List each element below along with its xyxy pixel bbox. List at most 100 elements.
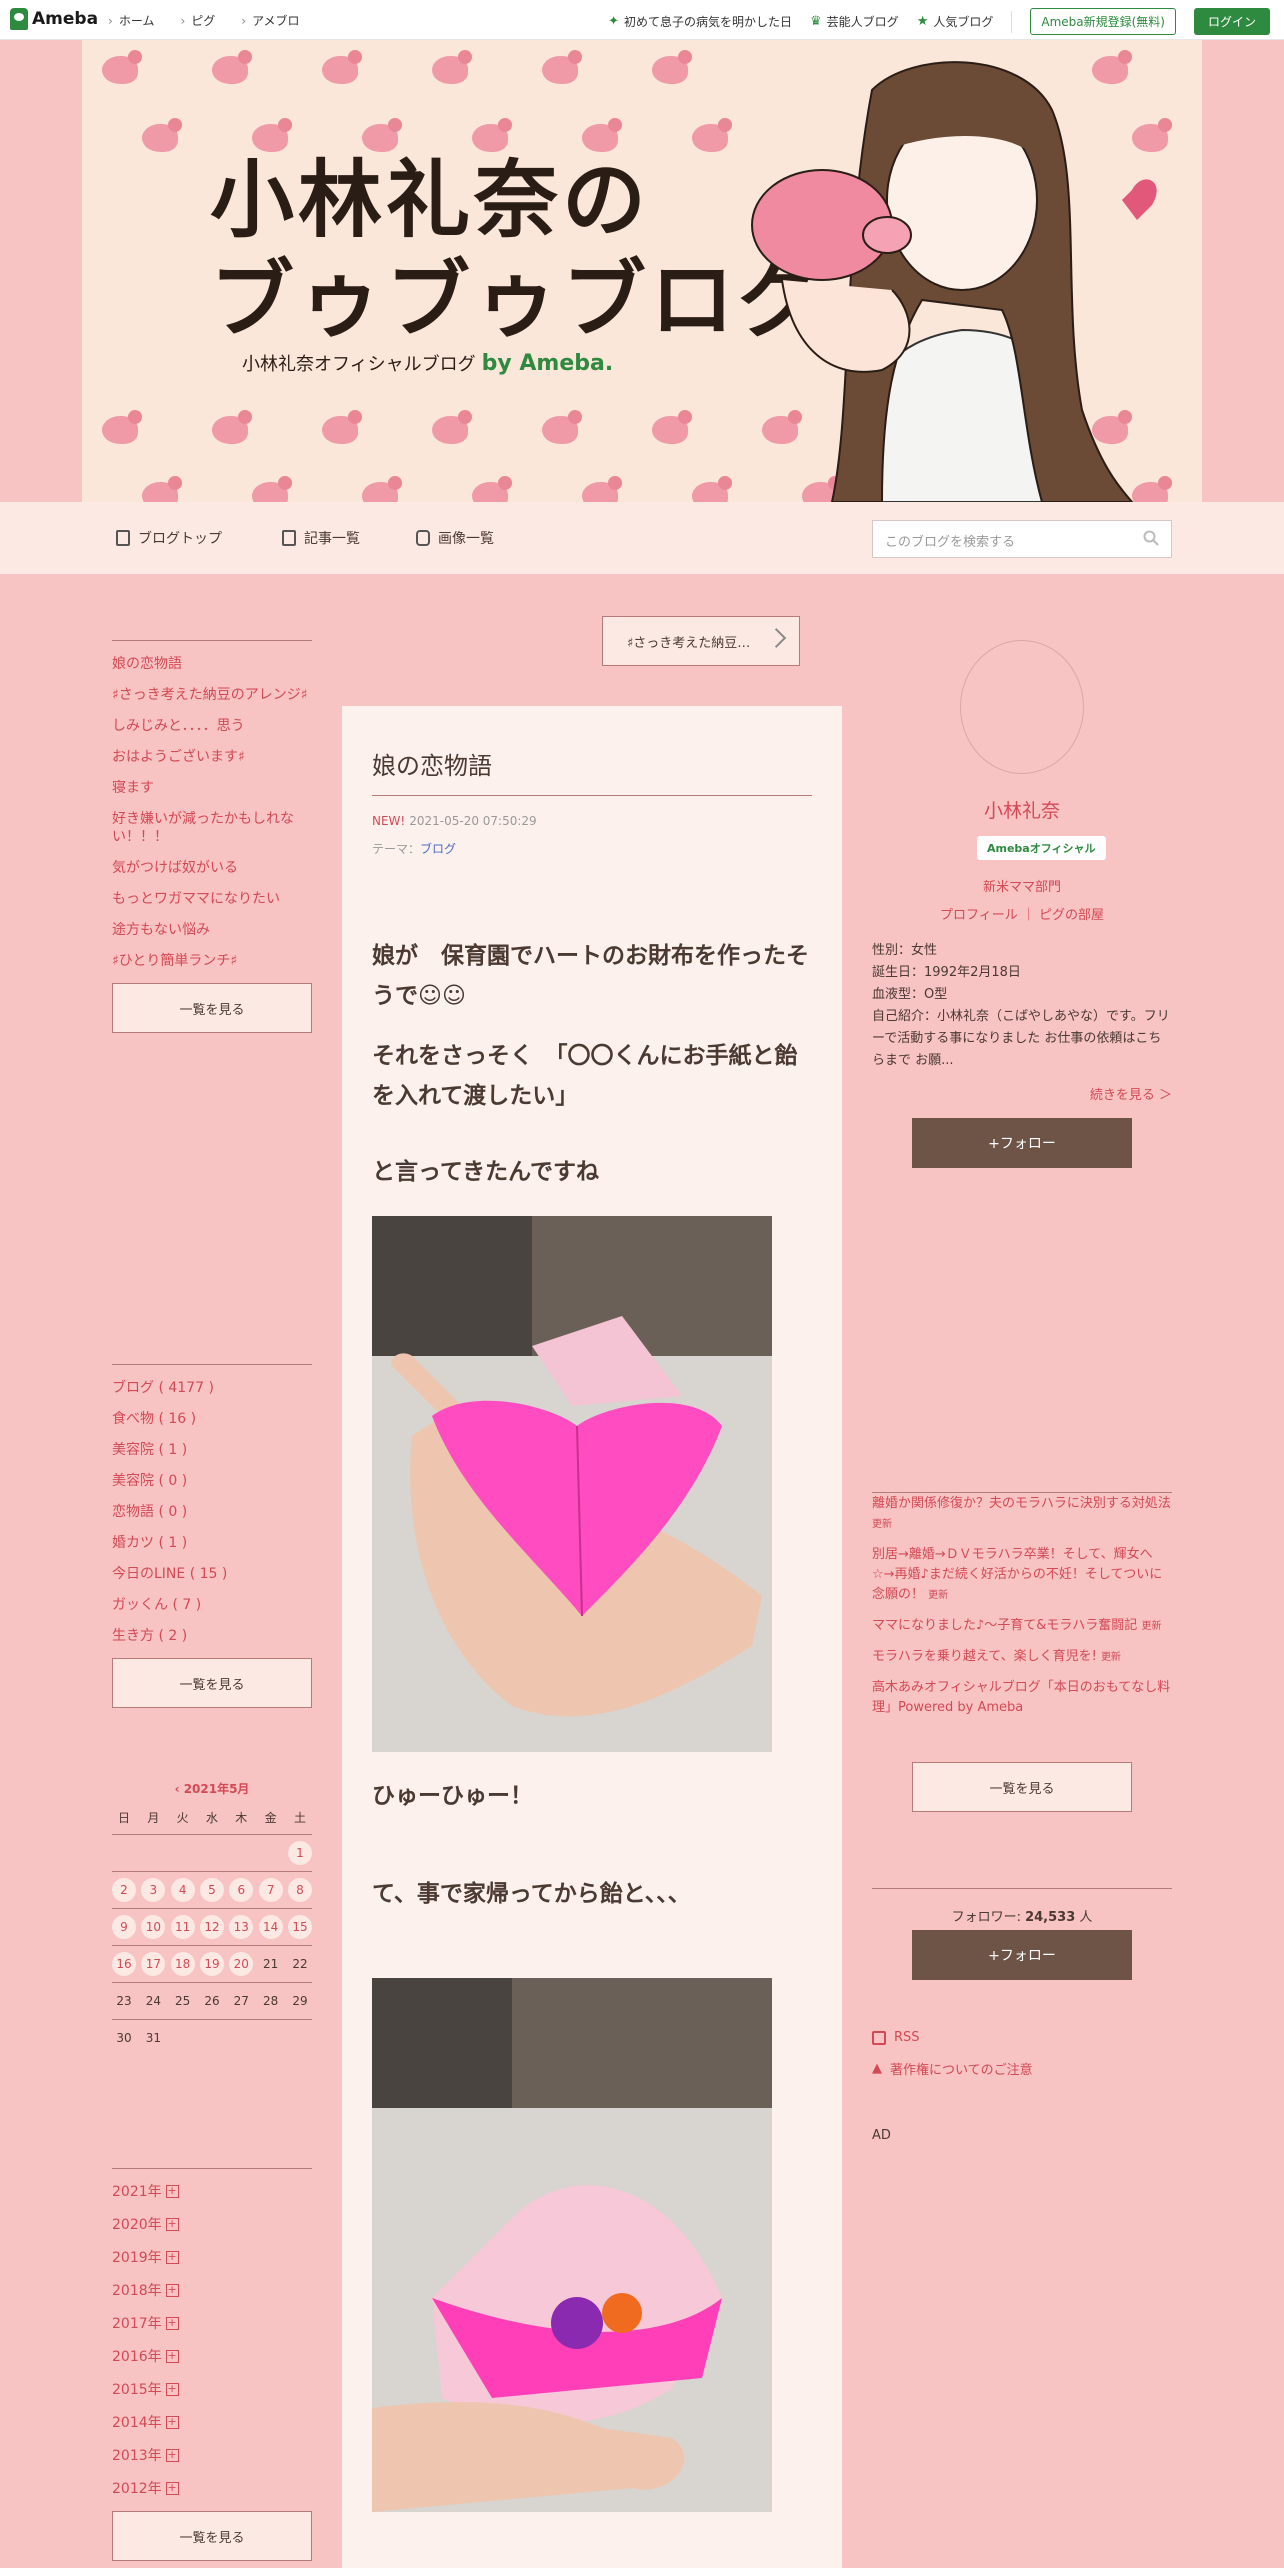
nav-article-list[interactable]: 記事一覧: [282, 528, 360, 548]
rss-link[interactable]: RSS: [872, 2030, 1033, 2045]
recent-entry[interactable]: 気がつけば奴がいる: [112, 859, 312, 877]
recent-entry[interactable]: もっとワガママになりたい: [112, 890, 312, 908]
nav-blog-top[interactable]: ブログトップ: [116, 528, 222, 548]
recent-entry[interactable]: ♯さっき考えた納豆のアレンジ♯: [112, 686, 312, 704]
calendar-day[interactable]: 6: [229, 1878, 254, 1902]
calendar-day[interactable]: 2: [112, 1878, 136, 1902]
register-button[interactable]: Ameba新規登録(無料): [1030, 8, 1176, 35]
article-photo-candy[interactable]: [372, 1978, 772, 2512]
theme-link[interactable]: ブログ: [420, 842, 456, 856]
blog-search-input[interactable]: このブログを検索する: [872, 520, 1172, 558]
recent-entry[interactable]: おはようございます♯: [112, 748, 312, 766]
top-nav-ameblo[interactable]: アメブロ: [241, 12, 299, 29]
top-link-news[interactable]: ✦ 初めて息子の病気を明かした日: [608, 13, 792, 30]
theme-item[interactable]: ブログ ( 4177 ): [112, 1379, 312, 1397]
calendar-day[interactable]: 20: [229, 1952, 254, 1976]
theme-item[interactable]: 婚カツ ( 1 ): [112, 1534, 312, 1552]
theme-item[interactable]: 生き方 ( 2 ): [112, 1627, 312, 1645]
article-title[interactable]: 娘の恋物語: [372, 746, 812, 796]
calendar-day[interactable]: 13: [229, 1915, 254, 1939]
blog-header[interactable]: 小林礼奈の ブゥブゥブログ 小林礼奈オフィシャルブログ by Ameba.: [82, 40, 1202, 502]
article-photo-heart-wallet[interactable]: [372, 1216, 772, 1752]
calendar-day[interactable]: 18: [170, 1952, 195, 1976]
expand-icon[interactable]: +: [165, 2481, 179, 2495]
expand-icon[interactable]: +: [165, 2415, 179, 2429]
expand-icon[interactable]: +: [165, 2349, 179, 2363]
calendar-day[interactable]: 9: [112, 1915, 136, 1939]
theme-item[interactable]: 恋物語 ( 0 ): [112, 1503, 312, 1521]
genre-link[interactable]: 新米ママ部門: [872, 876, 1172, 895]
calendar-day[interactable]: 8: [287, 1878, 312, 1902]
archive-year[interactable]: 2017年 +: [112, 2313, 312, 2333]
theme-item[interactable]: 今日のLINE ( 15 ): [112, 1565, 312, 1583]
prev-article-button[interactable]: ♯さっき考えた納豆…: [602, 616, 800, 666]
profile-links[interactable]: プロフィール ｜ ピグの部屋: [872, 904, 1172, 923]
copyright-link[interactable]: ▲ 著作権についてのご注意: [872, 2059, 1033, 2078]
recent-entry[interactable]: 娘の恋物語: [112, 655, 312, 673]
archive-year[interactable]: 2012年 +: [112, 2478, 312, 2498]
archive-year[interactable]: 2016年 +: [112, 2346, 312, 2366]
expand-icon[interactable]: +: [165, 2217, 179, 2231]
archive-more-button[interactable]: 一覧を見る: [112, 2511, 312, 2561]
profile-name[interactable]: 小林礼奈: [872, 796, 1172, 823]
recommended-blog[interactable]: 高木あみオフィシャルブログ「本日のおもてなし料理」Powered by Ameb…: [872, 1678, 1172, 1718]
calendar-day[interactable]: 16: [112, 1952, 136, 1976]
expand-icon[interactable]: +: [165, 2316, 179, 2330]
recommended-blog[interactable]: モラハラを乗り越えて、楽しく育児を! 更新: [872, 1647, 1172, 1668]
search-icon[interactable]: [1143, 530, 1159, 546]
follow-button[interactable]: +フォロー: [912, 1118, 1132, 1168]
theme-item[interactable]: 食べ物 ( 16 ): [112, 1410, 312, 1428]
profile-more-link[interactable]: 続きを見る ＞: [1090, 1084, 1172, 1103]
archive-year[interactable]: 2013年 +: [112, 2445, 312, 2465]
theme-item[interactable]: 美容院 ( 0 ): [112, 1472, 312, 1490]
calendar-day[interactable]: 17: [141, 1952, 166, 1976]
ameba-logo[interactable]: Ameba: [10, 8, 98, 30]
nav-image-list[interactable]: 画像一覧: [416, 528, 494, 548]
profile-line: 誕生日：1992年2月18日: [872, 965, 1021, 980]
archive-year[interactable]: 2014年 +: [112, 2412, 312, 2432]
calendar-day[interactable]: 14: [258, 1915, 283, 1939]
top-nav-pigg[interactable]: ピグ: [180, 12, 215, 29]
top-link-popular[interactable]: ★ 人気ブログ: [917, 13, 994, 30]
calendar-day[interactable]: 5: [199, 1878, 224, 1902]
expand-icon[interactable]: +: [165, 2250, 179, 2264]
recommended-blog[interactable]: 別居→離婚→ＤＶモラハラ卒業！そして、輝女へ☆→再婚♪まだ続く好活からの不妊！そ…: [872, 1545, 1172, 1606]
recent-more-button[interactable]: 一覧を見る: [112, 983, 312, 1033]
calendar-day[interactable]: 1: [287, 1841, 312, 1865]
archive-year[interactable]: 2015年 +: [112, 2379, 312, 2399]
expand-icon[interactable]: +: [165, 2382, 179, 2396]
recent-entry[interactable]: しみじみと．．．．思う: [112, 717, 312, 735]
recent-entry[interactable]: ♯ひとり簡単ランチ♯: [112, 952, 312, 970]
theme-item[interactable]: ガッくん ( 7 ): [112, 1596, 312, 1614]
calendar-day[interactable]: 19: [199, 1952, 224, 1976]
chevron-left-icon[interactable]: ‹: [175, 1782, 184, 1796]
login-button[interactable]: ログイン: [1193, 8, 1270, 35]
archive-year[interactable]: 2018年 +: [112, 2280, 312, 2300]
calendar-day[interactable]: 12: [199, 1915, 224, 1939]
archive-year[interactable]: 2019年 +: [112, 2247, 312, 2267]
recommended-blog[interactable]: ママになりました♪～子育て&モラハラ奮闘記 更新: [872, 1616, 1172, 1637]
expand-icon[interactable]: +: [165, 2184, 179, 2198]
calendar-day[interactable]: 3: [141, 1878, 166, 1902]
calendar-day[interactable]: 7: [258, 1878, 283, 1902]
recent-entry[interactable]: 寝ます: [112, 779, 312, 797]
archive-year[interactable]: 2021年 +: [112, 2181, 312, 2201]
top-link-celebrity[interactable]: ♛ 芸能人ブログ: [810, 13, 899, 30]
calendar-day[interactable]: 10: [141, 1915, 166, 1939]
recent-entry[interactable]: 途方もない悩み: [112, 921, 312, 939]
expand-icon[interactable]: +: [165, 2283, 179, 2297]
theme-more-button[interactable]: 一覧を見る: [112, 1658, 312, 1708]
follow-button-bottom[interactable]: +フォロー: [912, 1930, 1132, 1980]
archive-year[interactable]: 2020年 +: [112, 2214, 312, 2234]
expand-icon[interactable]: +: [165, 2448, 179, 2462]
theme-item[interactable]: 美容院 ( 1 ): [112, 1441, 312, 1459]
calendar-day[interactable]: 11: [170, 1915, 195, 1939]
calendar-day: 25: [175, 1994, 191, 2008]
recommend-more-button[interactable]: 一覧を見る: [912, 1762, 1132, 1812]
recent-entry[interactable]: 好き嫌いが減ったかもしれない！！！: [112, 810, 312, 846]
recommended-blog[interactable]: 離婚か関係修復か？夫のモラハラに決別する対処法 更新: [872, 1494, 1172, 1535]
calendar-day[interactable]: 4: [170, 1878, 195, 1902]
calendar-day[interactable]: 15: [287, 1915, 312, 1939]
top-nav-home[interactable]: ホーム: [108, 12, 155, 29]
avatar[interactable]: [960, 640, 1084, 774]
